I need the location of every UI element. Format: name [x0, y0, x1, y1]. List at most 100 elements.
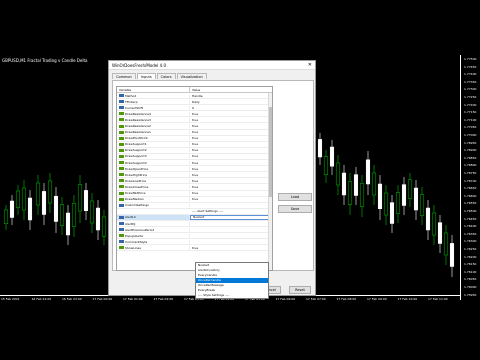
variable-type-icon [119, 167, 124, 171]
alert-select-value: NoAlert [193, 215, 205, 220]
input-value-cell[interactable]: true [190, 123, 272, 128]
input-value-cell[interactable]: true [190, 166, 272, 171]
input-variable-cell: DrawResistance3 [117, 117, 190, 122]
indicator-properties-dialog: WinOrDoesFresh/Model 4.0 ✕ Common Inputs… [108, 60, 316, 299]
close-icon[interactable]: ✕ [308, 62, 312, 68]
tab-colors[interactable]: Colors [156, 73, 176, 79]
input-row[interactable]: ShowLines true [117, 245, 272, 252]
input-value-cell[interactable]: true [190, 130, 272, 135]
candle-body [431, 212, 437, 236]
input-value-cell[interactable]: NoAlert▾ [190, 214, 272, 220]
input-value-cell[interactable]: true [190, 136, 272, 141]
price-tick-label: 1.77250 [464, 95, 477, 99]
variable-value: true [192, 184, 199, 189]
input-value-cell[interactable]: true [190, 111, 272, 116]
candle-body [347, 181, 353, 205]
input-value-cell[interactable]: true [190, 117, 272, 122]
style-settings-row: ---- Style Settings ---- [198, 293, 230, 297]
price-tick-label: 1.77300 [464, 87, 477, 92]
variable-type-icon [119, 161, 124, 165]
variable-value: true [192, 154, 199, 159]
price-tick-label: 1.77000 [464, 133, 477, 137]
input-variable-cell: DrawMedian [117, 197, 190, 202]
candle-body [65, 212, 71, 236]
time-tick-label: 16 Feb 23:00 [62, 297, 82, 301]
price-tick-label: 1.77150 [464, 110, 477, 115]
input-value-cell[interactable]: true [190, 172, 272, 177]
tab-common[interactable]: Common [112, 73, 136, 79]
input-value-cell[interactable]: true [190, 184, 272, 189]
input-value-cell[interactable]: Handle [190, 93, 272, 98]
candle-body [21, 187, 27, 211]
input-value-cell[interactable] [190, 239, 272, 244]
variable-value: true [192, 178, 199, 183]
candle-body [89, 200, 95, 224]
price-tick-label: 1.76850 [464, 155, 477, 160]
candle-body [449, 243, 455, 267]
reset-button[interactable]: Reset [289, 286, 311, 294]
input-value-cell[interactable]: true [190, 142, 272, 147]
candle-body [437, 222, 443, 244]
candle-body [377, 183, 383, 209]
price-tick-label: 1.76900 [464, 148, 477, 153]
input-variable-cell: PopupAlerts [117, 233, 190, 238]
candle-body [371, 172, 377, 196]
dialog-tabs: Common Inputs Colors Visualization [112, 73, 208, 79]
variable-name: AlertLC [125, 215, 136, 220]
alert-dropdown-list: NoAlert AlertOnceOnly EveryCandle OncePerCa… [195, 262, 269, 299]
input-variable-cell: DrawOpenPrice [117, 166, 190, 171]
input-value-cell[interactable] [190, 221, 272, 226]
variable-type-icon [119, 94, 124, 98]
load-button[interactable]: Load [278, 193, 312, 201]
input-value-cell[interactable]: ---- Alert Settings ---- [190, 209, 272, 214]
grid-scrollbar[interactable] [268, 93, 272, 270]
price-tick-label: 1.77350 [464, 79, 477, 84]
input-variable-cell: DrawPivotPoint [117, 136, 190, 141]
variable-type-icon [119, 179, 124, 183]
variable-type-icon [119, 136, 124, 140]
price-tick-label: 1.76600 [464, 193, 477, 198]
input-value-cell[interactable]: true [190, 191, 272, 196]
input-value-cell[interactable]: true [190, 197, 272, 202]
input-value-cell[interactable]: true [190, 148, 272, 153]
input-value-cell[interactable]: true [190, 245, 272, 250]
dialog-titlebar[interactable]: WinOrDoesFresh/Model 4.0 ✕ [109, 61, 315, 70]
time-tick-label: 17 Feb 10:00 [397, 297, 418, 301]
input-variable-cell: CurrentShift [117, 105, 190, 110]
scrollbar-thumb[interactable] [269, 107, 272, 197]
column-header-variable[interactable]: Variable [117, 87, 190, 92]
mt4-screen: GBPUSD,M1 Fractal Trading v Candle Delta… [0, 0, 480, 360]
variable-value: true [192, 117, 199, 122]
input-value-cell[interactable]: true [190, 154, 272, 159]
variable-type-icon [119, 215, 124, 219]
candle-body [329, 146, 335, 167]
input-value-cell[interactable] [190, 203, 272, 208]
price-axis: 1.77500 1.77450 1.77400 1.77350 1.77300 1.772… [460, 55, 480, 300]
input-variable-cell: DrawResistance2 [117, 124, 190, 129]
price-tick-label: 1.76200 [464, 254, 477, 259]
tab-inputs[interactable]: Inputs [136, 73, 156, 79]
variable-value: Daily [192, 99, 200, 104]
candle-body [419, 194, 425, 216]
input-value-cell[interactable] [190, 233, 272, 238]
price-tick-label: 1.76550 [464, 201, 477, 206]
variable-type-icon [119, 197, 124, 201]
price-tick-label: 1.77400 [464, 72, 477, 77]
tab-visualization[interactable]: Visualization [176, 73, 207, 79]
input-value-cell[interactable] [190, 227, 272, 232]
save-button[interactable]: Save [278, 205, 312, 213]
input-value-cell[interactable]: 0 [190, 105, 272, 110]
candle-body [77, 184, 83, 212]
variable-value: true [192, 191, 199, 196]
input-value-cell[interactable]: true [190, 160, 272, 165]
variable-type-icon [119, 100, 124, 104]
price-tick-label: 1.77100 [464, 117, 477, 122]
input-value-cell[interactable]: true [190, 178, 272, 183]
candle-body [365, 159, 371, 185]
input-variable-cell: DrawClosePrice [117, 184, 190, 189]
alert-select[interactable]: NoAlert▾ [190, 214, 272, 220]
input-variable-cell: DrawMidPrice [117, 191, 190, 196]
column-header-value[interactable]: Value [190, 87, 202, 92]
input-value-cell[interactable]: Daily [190, 99, 272, 104]
variable-type-icon [119, 185, 124, 189]
